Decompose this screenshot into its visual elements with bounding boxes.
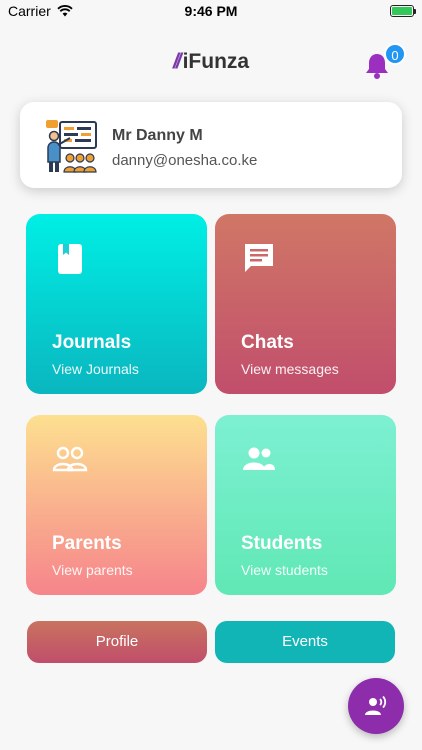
journals-title: Journals: [52, 332, 132, 353]
profile-name: Mr Danny M: [112, 127, 203, 144]
journals-subtitle: View Journals: [52, 361, 139, 377]
profile-email: danny@onesha.co.ke: [112, 152, 258, 169]
journals-tile[interactable]: Journals View Journals: [26, 214, 207, 394]
parents-tile[interactable]: Parents View parents: [26, 415, 207, 595]
announcements-fab[interactable]: [348, 678, 404, 734]
book-icon: [58, 244, 82, 274]
students-title: Students: [241, 533, 323, 554]
chat-icon: [245, 244, 273, 272]
app-name: iFunza: [182, 50, 250, 73]
speaking-person-icon: [365, 695, 387, 715]
parents-subtitle: View parents: [52, 562, 133, 578]
logo-mark: //: [172, 50, 182, 73]
students-tile[interactable]: Students View students: [215, 415, 396, 595]
parents-title: Parents: [52, 533, 122, 554]
battery-icon: [390, 5, 416, 17]
parents-icon: [52, 446, 88, 472]
notification-count-badge: 0: [384, 43, 406, 65]
students-icon: [243, 447, 275, 470]
chats-tile[interactable]: Chats View messages: [215, 214, 396, 394]
status-bar: Carrier 9:46 PM: [0, 0, 422, 22]
teacher-illustration: [46, 120, 97, 173]
notifications-button[interactable]: 0: [362, 43, 406, 82]
events-button[interactable]: Events: [215, 621, 395, 663]
chats-subtitle: View messages: [241, 361, 339, 377]
app-logo: //iFunza: [0, 50, 422, 74]
profile-button[interactable]: Profile: [27, 621, 207, 663]
wifi-icon: [57, 5, 73, 17]
home-screen: Carrier 9:46 PM //iFunza 0 Mr Danny M da…: [0, 0, 422, 750]
students-subtitle: View students: [241, 562, 328, 578]
app-header: //iFunza 0: [0, 40, 422, 84]
carrier-label: Carrier: [8, 3, 51, 19]
battery-level: [392, 7, 412, 15]
status-left: Carrier: [8, 3, 73, 19]
chats-title: Chats: [241, 332, 294, 353]
profile-card[interactable]: Mr Danny M danny@onesha.co.ke: [20, 102, 402, 188]
